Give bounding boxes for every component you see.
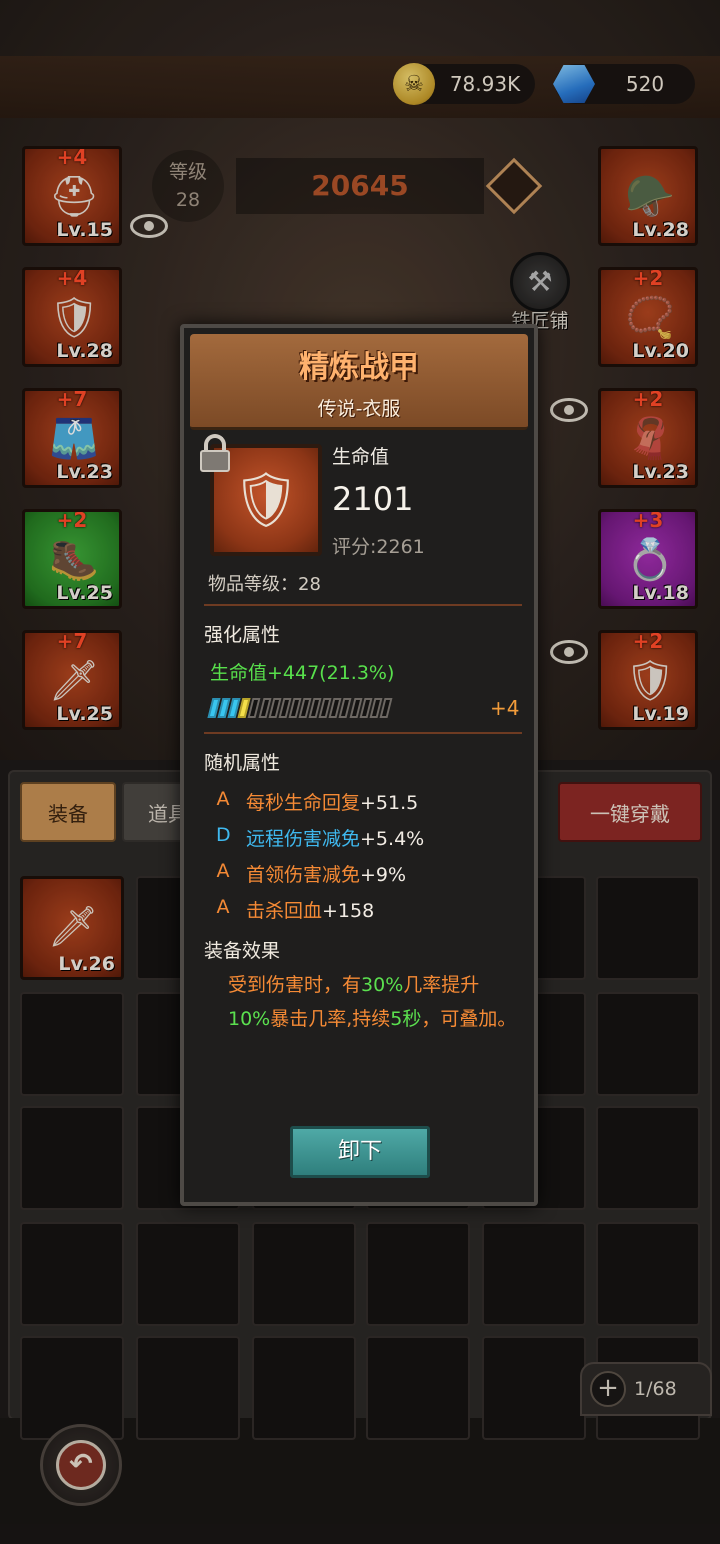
enhance-stat: 生命值+447(21.3%) — [210, 662, 395, 684]
attr-name: 首领伤害减免 — [246, 864, 361, 886]
random-attribute: A 首领伤害减免+9% — [216, 860, 407, 887]
item-title: 精炼战甲 — [299, 350, 419, 385]
enhance-level: +4 — [490, 696, 520, 720]
random-attribute: D 远程伤害减免+5.4% — [216, 824, 424, 851]
enhance-progress-bar — [207, 698, 393, 720]
attr-value: +51.5 — [360, 792, 419, 814]
unequip-button[interactable]: 卸下 — [290, 1126, 430, 1178]
attr-name: 击杀回血 — [246, 900, 323, 922]
random-attribute: A 每秒生命回复+51.5 — [216, 788, 419, 815]
attr-grade: A — [216, 896, 230, 918]
attr-grade: A — [216, 788, 230, 810]
item-score: 评分:2261 — [332, 536, 425, 558]
item-level: 物品等级：28 — [208, 574, 321, 595]
attr-grade: D — [216, 824, 231, 846]
attr-value: +9% — [360, 864, 407, 886]
divider — [204, 604, 522, 606]
attr-value: +5.4% — [360, 828, 425, 850]
item-detail-card: 精炼战甲 传说-衣服 🛡 生命值 2101 评分:2261 物品等级：28 强化… — [180, 324, 538, 1206]
effect-description: 受到伤害时，有30%几率提升10%暴击几率,持续5秒，可叠加。 — [228, 974, 517, 1030]
main-stat-value: 2101 — [332, 480, 414, 518]
attr-value: +158 — [322, 900, 375, 922]
divider — [204, 732, 522, 734]
random-attr-title: 随机属性 — [204, 752, 281, 774]
attr-name: 远程伤害减免 — [246, 828, 361, 850]
enhance-title: 强化属性 — [204, 624, 281, 646]
item-subtitle: 传说-衣服 — [317, 398, 401, 420]
random-attribute: A 击杀回血+158 — [216, 896, 375, 923]
attr-grade: A — [216, 860, 230, 882]
lock-icon[interactable] — [200, 434, 234, 474]
chest-armor-icon: 🛡 — [231, 468, 301, 531]
attr-name: 每秒生命回复 — [246, 792, 361, 814]
effect-title: 装备效果 — [204, 940, 281, 962]
main-stat-name: 生命值 — [332, 446, 390, 468]
card-header: 精炼战甲 传说-衣服 — [190, 334, 528, 430]
